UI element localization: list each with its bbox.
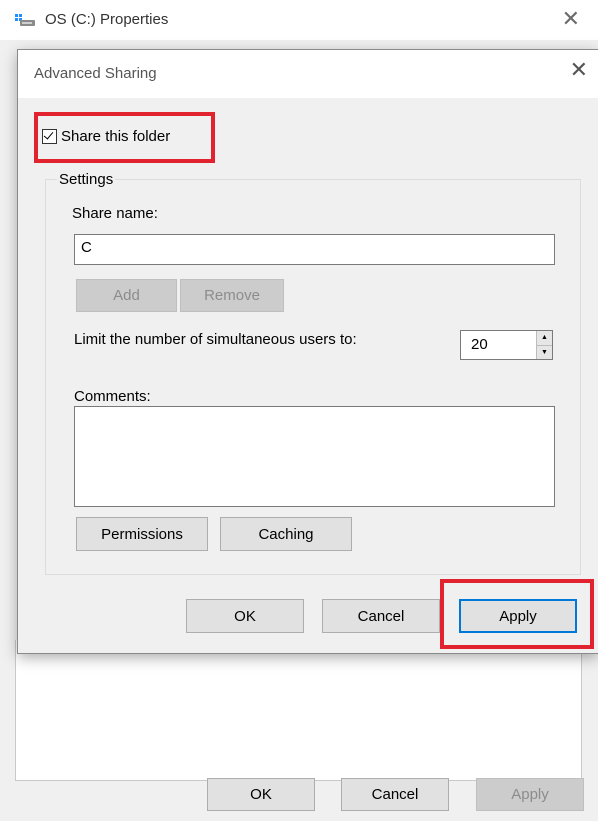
parent-apply-button[interactable]: Apply xyxy=(476,778,584,811)
parent-close-icon[interactable]: ✕ xyxy=(562,6,580,32)
parent-window-title-text: OS (C:) Properties xyxy=(45,11,169,28)
user-limit-spinner[interactable]: 20 ▲ ▼ xyxy=(460,330,553,360)
add-button[interactable]: Add xyxy=(76,279,177,312)
user-limit-label: Limit the number of simultaneous users t… xyxy=(74,331,357,348)
parent-ok-button[interactable]: OK xyxy=(207,778,315,811)
comments-textarea[interactable] xyxy=(74,406,555,507)
remove-button[interactable]: Remove xyxy=(180,279,284,312)
highlight-share-checkbox xyxy=(34,112,215,163)
user-limit-value[interactable]: 20 xyxy=(471,336,488,353)
dialog-cancel-button[interactable]: Cancel xyxy=(322,599,440,633)
parent-window-title: OS (C:) Properties xyxy=(15,11,168,28)
spinner-arrows[interactable]: ▲ ▼ xyxy=(536,331,552,359)
advanced-sharing-dialog: Advanced Sharing ✕ Share this folder Set… xyxy=(18,50,598,653)
parent-tab-panel xyxy=(15,640,582,781)
highlight-apply-button xyxy=(440,579,594,649)
spinner-up-icon[interactable]: ▲ xyxy=(537,331,552,346)
share-name-label: Share name: xyxy=(72,205,158,222)
spinner-down-icon[interactable]: ▼ xyxy=(537,345,552,359)
caching-button[interactable]: Caching xyxy=(220,517,352,551)
dialog-ok-button[interactable]: OK xyxy=(186,599,304,633)
comments-label: Comments: xyxy=(74,388,151,405)
settings-legend: Settings xyxy=(57,171,116,188)
permissions-button[interactable]: Permissions xyxy=(76,517,208,551)
parent-cancel-button[interactable]: Cancel xyxy=(341,778,449,811)
dialog-title: Advanced Sharing xyxy=(34,65,157,82)
drive-icon xyxy=(15,13,37,27)
share-name-input[interactable]: C xyxy=(74,234,555,265)
dialog-titlebar: Advanced Sharing ✕ xyxy=(18,50,598,98)
dialog-close-icon[interactable]: ✕ xyxy=(570,57,588,83)
